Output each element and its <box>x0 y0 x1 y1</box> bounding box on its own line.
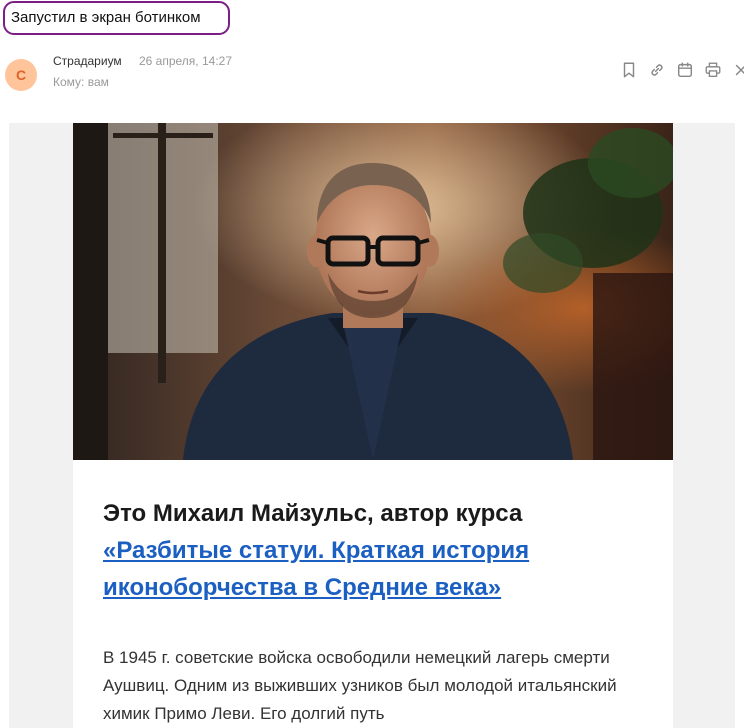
close-button[interactable] <box>731 60 744 80</box>
author-photo <box>73 123 673 460</box>
calendar-button[interactable] <box>675 60 695 80</box>
email-actions-toolbar <box>619 60 744 80</box>
email-headline: Это Михаил Майзульс, автор курса «Разбит… <box>103 495 643 606</box>
headline-text: Это Михаил Майзульс, автор курса <box>103 500 523 527</box>
bookmark-button[interactable] <box>619 60 639 80</box>
link-icon <box>651 64 663 76</box>
print-icon <box>705 62 721 77</box>
bookmark-icon <box>623 62 635 78</box>
calendar-icon <box>677 62 693 78</box>
email-subject: Запустил в экран ботинком <box>3 1 230 35</box>
close-icon <box>735 64 744 76</box>
email-paragraph: В 1945 г. советские войска освободили не… <box>103 648 617 723</box>
email-date: 26 апреля, 14:27 <box>139 54 232 68</box>
sender-avatar[interactable]: С <box>5 59 37 91</box>
recipient-line: Кому: вам <box>53 75 109 89</box>
sender-name[interactable]: Страдариум <box>53 54 122 68</box>
print-button[interactable] <box>703 60 723 80</box>
course-link[interactable]: «Разбитые статуи. Краткая история иконоб… <box>103 537 529 601</box>
copy-link-button[interactable] <box>647 60 667 80</box>
